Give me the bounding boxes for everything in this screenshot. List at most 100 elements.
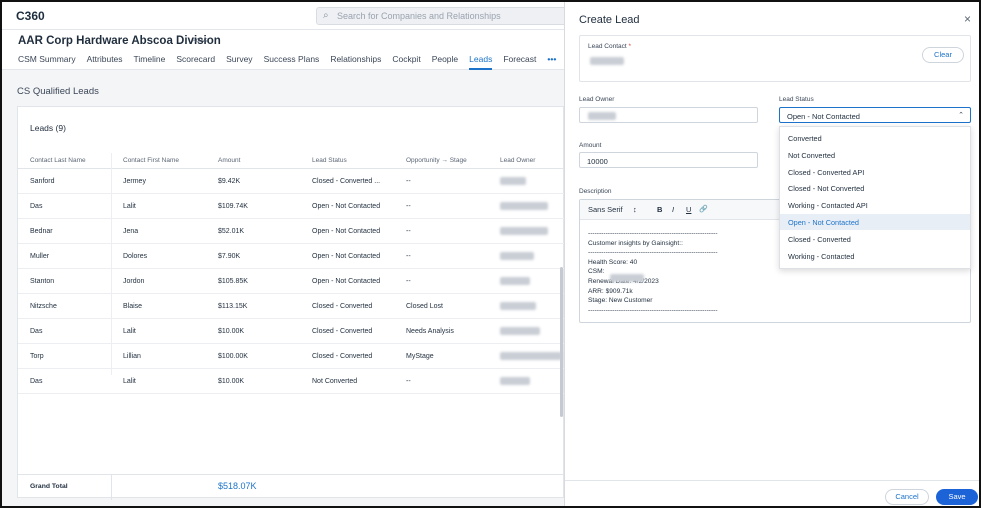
table-cell: Sanford [30, 178, 55, 185]
column-header[interactable]: Contact First Name [123, 157, 179, 164]
leads-card: Leads (9) Contact Last Name Contact First… [17, 106, 565, 500]
tab-people[interactable]: People [432, 54, 458, 70]
tab-scorecard[interactable]: Scorecard [176, 54, 215, 70]
table-cell: -- [406, 228, 411, 235]
dropdown-option[interactable]: Converted [780, 130, 970, 146]
table-cell: Das [30, 203, 43, 210]
dropdown-option[interactable]: Closed - Converted [780, 231, 970, 247]
company-header: AAR Corp Hardware Abscoa Division Active… [2, 30, 564, 70]
table-row[interactable]: Nitzsche Blaise $113.15K Closed - Converted… [18, 294, 565, 319]
table-scrollbar[interactable] [560, 267, 563, 417]
dropdown-option[interactable]: Not Converted [780, 147, 970, 163]
table-cell: Closed - Converted ... [312, 178, 381, 185]
table-cell: Jermey [123, 178, 146, 185]
dropdown-option-label: Not Converted [788, 150, 836, 160]
tab-timeline[interactable]: Timeline [134, 54, 166, 70]
dropdown-option[interactable]: Working - Contacted API [780, 197, 970, 213]
table-cell: Closed - Converted [312, 303, 373, 310]
tab-leads[interactable]: Leads [469, 54, 493, 70]
table-cell: Dolores [123, 253, 148, 260]
link-icon[interactable]: 🔗 [699, 205, 708, 213]
tab-attributes[interactable]: Attributes [87, 54, 123, 70]
description-label: Description [579, 188, 612, 195]
table-cell: Nitzsche [30, 303, 57, 310]
table-row[interactable]: Stanton Jordon $105.85K Open - Not Contacte… [18, 269, 565, 294]
lead-contact-field[interactable]: Lead Contact * [579, 35, 971, 82]
dropdown-option-label: Closed - Converted [788, 234, 851, 244]
column-header[interactable]: Amount [218, 157, 240, 164]
cancel-button[interactable]: Cancel [885, 489, 929, 505]
font-select[interactable]: Sans Serif [588, 205, 623, 214]
underline-button[interactable]: U [686, 205, 691, 214]
table-cell: Muller [30, 253, 50, 260]
amount-label: Amount [579, 142, 602, 149]
save-button[interactable]: Save [936, 489, 978, 505]
table-cell: Jena [123, 228, 139, 235]
close-icon[interactable]: × [964, 12, 971, 26]
column-divider [111, 153, 112, 375]
table-row[interactable]: Das Lalit $10.00K Not Converted -- [18, 369, 565, 394]
lead-owner-blurred [500, 302, 536, 310]
table-cell: Open - Not Contacted [312, 203, 381, 210]
lead-contact-value-blurred [590, 57, 624, 65]
table-cell: Bednar [30, 228, 53, 235]
lead-owner-field[interactable] [579, 107, 758, 123]
table-cell: Das [30, 378, 43, 385]
tab-csm-summary[interactable]: CSM Summary [18, 54, 76, 70]
amount-field[interactable]: 10000 [579, 152, 758, 168]
dropdown-option[interactable]: Closed - Converted API [780, 164, 970, 180]
table-row[interactable]: Bednar Jena $52.01K Open - Not Contacted -- [18, 219, 565, 244]
table-cell: -- [406, 253, 411, 260]
bold-button[interactable]: B [657, 205, 662, 214]
table-cell: -- [406, 378, 411, 385]
table-row[interactable]: Torp Lillian $100.00K Closed - Converted MyS… [18, 344, 565, 369]
top-bar: C360 ⌕ Search for Companies and Relation… [2, 2, 576, 30]
lead-owner-label: Lead Owner [579, 96, 615, 103]
tab-forecast[interactable]: Forecast [503, 54, 536, 70]
tab-cockpit[interactable]: Cockpit [392, 54, 420, 70]
table-cell: Needs Analysis [406, 328, 454, 335]
table-cell: $113.15K [218, 303, 248, 310]
search-icon: ⌕ [323, 10, 329, 21]
dropdown-option-label: Closed - Not Converted [788, 184, 865, 194]
dropdown-option[interactable]: Open - Not Contacted [780, 214, 970, 230]
table-cell: $9.42K [218, 178, 241, 185]
lead-owner-blurred [500, 352, 562, 360]
column-header[interactable]: Contact Last Name [30, 157, 86, 164]
italic-button[interactable]: I [672, 205, 674, 214]
dropdown-option-label: Converted [788, 134, 822, 143]
dropdown-option[interactable]: Working - Contacted [780, 248, 970, 264]
lead-owner-blurred [500, 227, 548, 235]
table-row[interactable]: Sanford Jermey $9.42K Closed - Converted ..… [18, 169, 565, 194]
search-placeholder: Search for Companies and Relationships [337, 11, 501, 21]
chevron-up-icon: ⌃ [958, 112, 964, 119]
screenshot-frame: C360 ⌕ Search for Companies and Relation… [0, 0, 981, 508]
nav-tabs: CSM Summary Attributes Timeline Scorecard Su… [18, 54, 567, 70]
table-cell: Not Converted [312, 378, 358, 385]
lead-status-select[interactable]: Open - Not Contacted ⌃ [779, 107, 971, 123]
column-header[interactable]: Opportunity → Stage [406, 157, 467, 164]
table-cell: $52.01K [218, 228, 245, 235]
more-tabs-icon[interactable]: ••• [547, 54, 556, 70]
search-input[interactable]: ⌕ Search for Companies and Relationships [316, 7, 576, 25]
column-header[interactable]: Lead Owner [500, 157, 535, 164]
table-header: Contact Last Name Contact First Name Amoun… [18, 153, 565, 169]
table-row[interactable]: Das Lalit $109.74K Open - Not Contacted -- [18, 194, 565, 219]
table-cell: Lillian [123, 353, 141, 360]
tab-relationships[interactable]: Relationships [330, 54, 381, 70]
dropdown-option[interactable]: Closed - Not Converted [780, 180, 970, 196]
tab-survey[interactable]: Survey [226, 54, 252, 70]
font-chevron-icon: ↕ [633, 205, 637, 214]
table-cell: Lalit [123, 203, 136, 210]
table-cell: $109.74K [218, 203, 248, 210]
table-cell: -- [406, 278, 411, 285]
dropdown-option-label: Working - Contacted [788, 251, 855, 261]
lead-owner-blurred [500, 377, 530, 385]
c360-app: C360 ⌕ Search for Companies and Relation… [2, 2, 576, 506]
table-cell: $7.90K [218, 253, 241, 260]
column-header[interactable]: Lead Status [312, 157, 347, 164]
table-row[interactable]: Das Lalit $10.00K Closed - Converted Needs A… [18, 319, 565, 344]
tab-success-plans[interactable]: Success Plans [264, 54, 320, 70]
table-row[interactable]: Muller Dolores $7.90K Open - Not Contacted -… [18, 244, 565, 269]
clear-button[interactable]: Clear [922, 47, 964, 63]
